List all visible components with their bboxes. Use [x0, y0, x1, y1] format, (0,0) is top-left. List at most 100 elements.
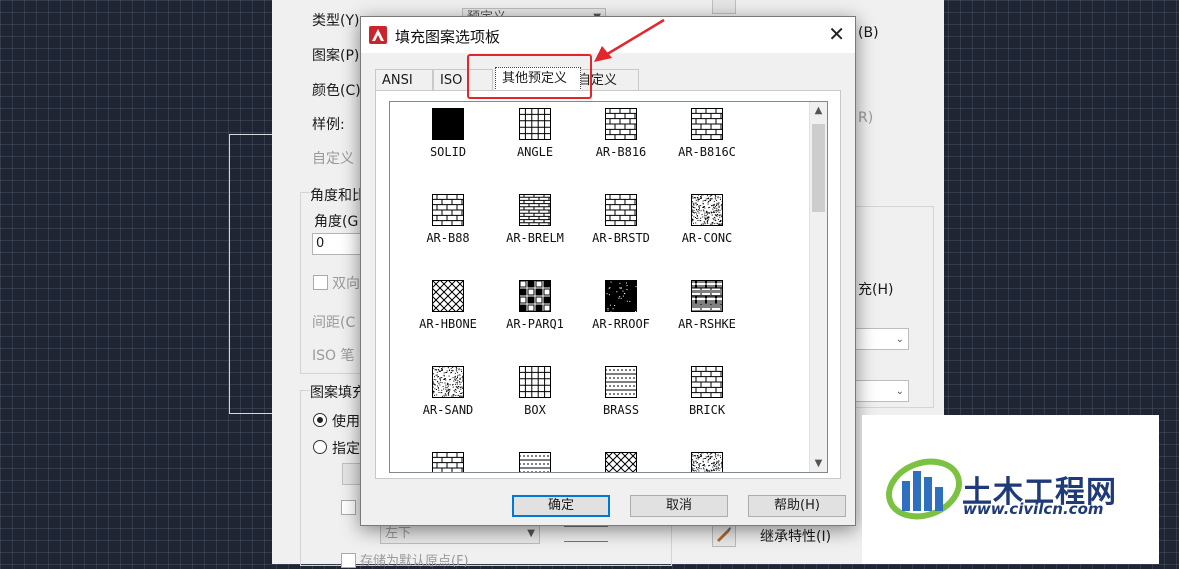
- specify-origin-radio[interactable]: [313, 440, 327, 454]
- pattern-label: AR-B816C: [664, 145, 750, 159]
- pattern-swatch-icon: [605, 452, 637, 473]
- pattern-label: ANGLE: [492, 145, 578, 159]
- use-current-origin-radio[interactable]: [313, 413, 327, 427]
- fill-label: 充(H): [858, 279, 893, 299]
- swatch-label: 样例:: [312, 114, 345, 134]
- pattern-tile-ar-parq1[interactable]: AR-PARQ1: [492, 280, 578, 331]
- pattern-swatch-icon: [432, 280, 464, 312]
- pattern-label: AR-BRELM: [492, 231, 578, 245]
- pattern-swatch-icon: [432, 366, 464, 398]
- pattern-swatch-icon: [605, 194, 637, 226]
- pattern-label: AR-B816: [578, 145, 664, 159]
- pattern-label: AR-BRSTD: [578, 231, 664, 245]
- type-label: 类型(Y): [312, 10, 359, 30]
- pattern-tile-partial[interactable]: [405, 452, 491, 473]
- double-checkbox[interactable]: [313, 275, 328, 290]
- scroll-thumb[interactable]: [812, 124, 825, 212]
- pattern-tile-ar-brelm[interactable]: AR-BRELM: [492, 194, 578, 245]
- watermark-url: www.civilcn.com: [963, 500, 1104, 518]
- help-button[interactable]: 帮助(H): [748, 495, 846, 517]
- color-label: 颜色(C): [312, 80, 361, 100]
- pattern-label: AR-SAND: [405, 403, 491, 417]
- pattern-tile-ar-b816[interactable]: AR-B816: [578, 108, 664, 159]
- pattern-tile-ar-conc[interactable]: AR-CONC: [664, 194, 750, 245]
- default-extent-checkbox[interactable]: [341, 500, 356, 515]
- angle-label: 角度(G: [314, 211, 358, 231]
- specify-origin-label: 指定: [332, 438, 360, 458]
- inherit-properties-label[interactable]: 继承特性(I): [760, 526, 831, 546]
- dialog-title: 填充图案选项板: [395, 26, 500, 47]
- pattern-swatch-icon: [519, 452, 551, 473]
- pattern-label: AR-RSHKE: [664, 317, 750, 331]
- spacing-label: 间距(C: [312, 312, 355, 332]
- pattern-tile-brick[interactable]: BRICK: [664, 366, 750, 417]
- highlight-box: [467, 54, 592, 99]
- pattern-swatch-icon: [605, 366, 637, 398]
- pattern-label: SOLID: [405, 145, 491, 159]
- pattern-tile-partial[interactable]: [664, 452, 750, 473]
- store-default-label: 存储为默认原点(F): [360, 550, 469, 569]
- pattern-label: AR-RROOF: [578, 317, 664, 331]
- pattern-list[interactable]: BRICKBRASSBOXAR-SAND AR-RSHKEAR-RROOFAR-P…: [389, 101, 828, 473]
- pattern-swatch-icon: [519, 108, 551, 140]
- pattern-label: AR-PARQ1: [492, 317, 578, 331]
- pattern-swatch-icon: [691, 108, 723, 140]
- pattern-swatch-icon: [432, 194, 464, 226]
- tab-ansi[interactable]: ANSI: [375, 69, 433, 90]
- pattern-swatch-icon: [691, 280, 723, 312]
- pattern-label: BOX: [492, 403, 578, 417]
- tab-panel: BRICKBRASSBOXAR-SAND AR-RSHKEAR-RROOFAR-P…: [375, 90, 841, 479]
- pattern-swatch-icon: [519, 194, 551, 226]
- pattern-label: AR-CONC: [664, 231, 750, 245]
- pattern-tile-ar-b816c[interactable]: AR-B816C: [664, 108, 750, 159]
- pattern-swatch-icon: [519, 280, 551, 312]
- pattern-tile-ar-sand[interactable]: AR-SAND: [405, 366, 491, 417]
- pattern-tile-box[interactable]: BOX: [492, 366, 578, 417]
- pattern-swatch-icon: [605, 280, 637, 312]
- boundary-label-b: (B): [858, 25, 879, 41]
- civilcn-logo-icon: [884, 453, 962, 523]
- pattern-label: AR-B88: [405, 231, 491, 245]
- store-default-checkbox[interactable]: [341, 553, 356, 568]
- hatch-pattern-palette-dialog: 填充图案选项板 ✕ ANSI ISO 自定义 其他预定义 BRICKBRASSB…: [360, 16, 856, 526]
- recreate-label-r: R): [858, 110, 873, 126]
- pattern-tile-ar-rroof[interactable]: AR-RROOF: [578, 280, 664, 331]
- pattern-swatch-icon: [519, 366, 551, 398]
- custom-pattern-label: 自定义: [312, 148, 354, 168]
- annotation-arrow-icon: [590, 16, 670, 66]
- pick-origin-button[interactable]: [342, 463, 362, 485]
- cancel-button[interactable]: 取消: [630, 495, 728, 517]
- watermark: 土木工程网 www.civilcn.com: [862, 415, 1159, 564]
- pattern-swatch-icon: [691, 194, 723, 226]
- pattern-label: AR-HBONE: [405, 317, 491, 331]
- pattern-swatch-icon: [691, 366, 723, 398]
- scroll-down-icon[interactable]: ▼: [810, 455, 827, 472]
- pattern-label: BRICK: [664, 403, 750, 417]
- pattern-tile-solid[interactable]: SOLID: [405, 108, 491, 159]
- pattern-tile-partial[interactable]: [578, 452, 664, 473]
- double-label: 双向: [332, 273, 360, 293]
- scroll-up-icon[interactable]: ▲: [810, 102, 827, 119]
- pattern-label: 图案(P): [312, 45, 359, 65]
- pattern-tile-ar-rshke[interactable]: AR-RSHKE: [664, 280, 750, 331]
- pattern-swatch-icon: [432, 452, 464, 473]
- pattern-tile-partial[interactable]: [492, 452, 578, 473]
- origin-position-combo[interactable]: 左下▼: [380, 524, 540, 544]
- pattern-swatch-icon: [605, 108, 637, 140]
- inherit-properties-icon[interactable]: [712, 523, 736, 547]
- iso-pen-label: ISO 笔: [312, 345, 355, 365]
- pattern-swatch-icon: [432, 108, 464, 140]
- pattern-label: BRASS: [578, 403, 664, 417]
- pick-point-button[interactable]: [712, 0, 736, 14]
- pattern-tile-ar-hbone[interactable]: AR-HBONE: [405, 280, 491, 331]
- pattern-tile-angle[interactable]: ANGLE: [492, 108, 578, 159]
- ok-button[interactable]: 确定: [512, 495, 610, 517]
- autocad-logo-icon: [369, 26, 387, 44]
- pattern-swatch-icon: [691, 452, 723, 473]
- close-icon[interactable]: ✕: [828, 22, 845, 46]
- pattern-tile-ar-brstd[interactable]: AR-BRSTD: [578, 194, 664, 245]
- pattern-tile-brass[interactable]: BRASS: [578, 366, 664, 417]
- vertical-scrollbar[interactable]: ▲ ▼: [809, 102, 827, 472]
- origin-preview-icon: [564, 526, 608, 542]
- pattern-tile-ar-b88[interactable]: AR-B88: [405, 194, 491, 245]
